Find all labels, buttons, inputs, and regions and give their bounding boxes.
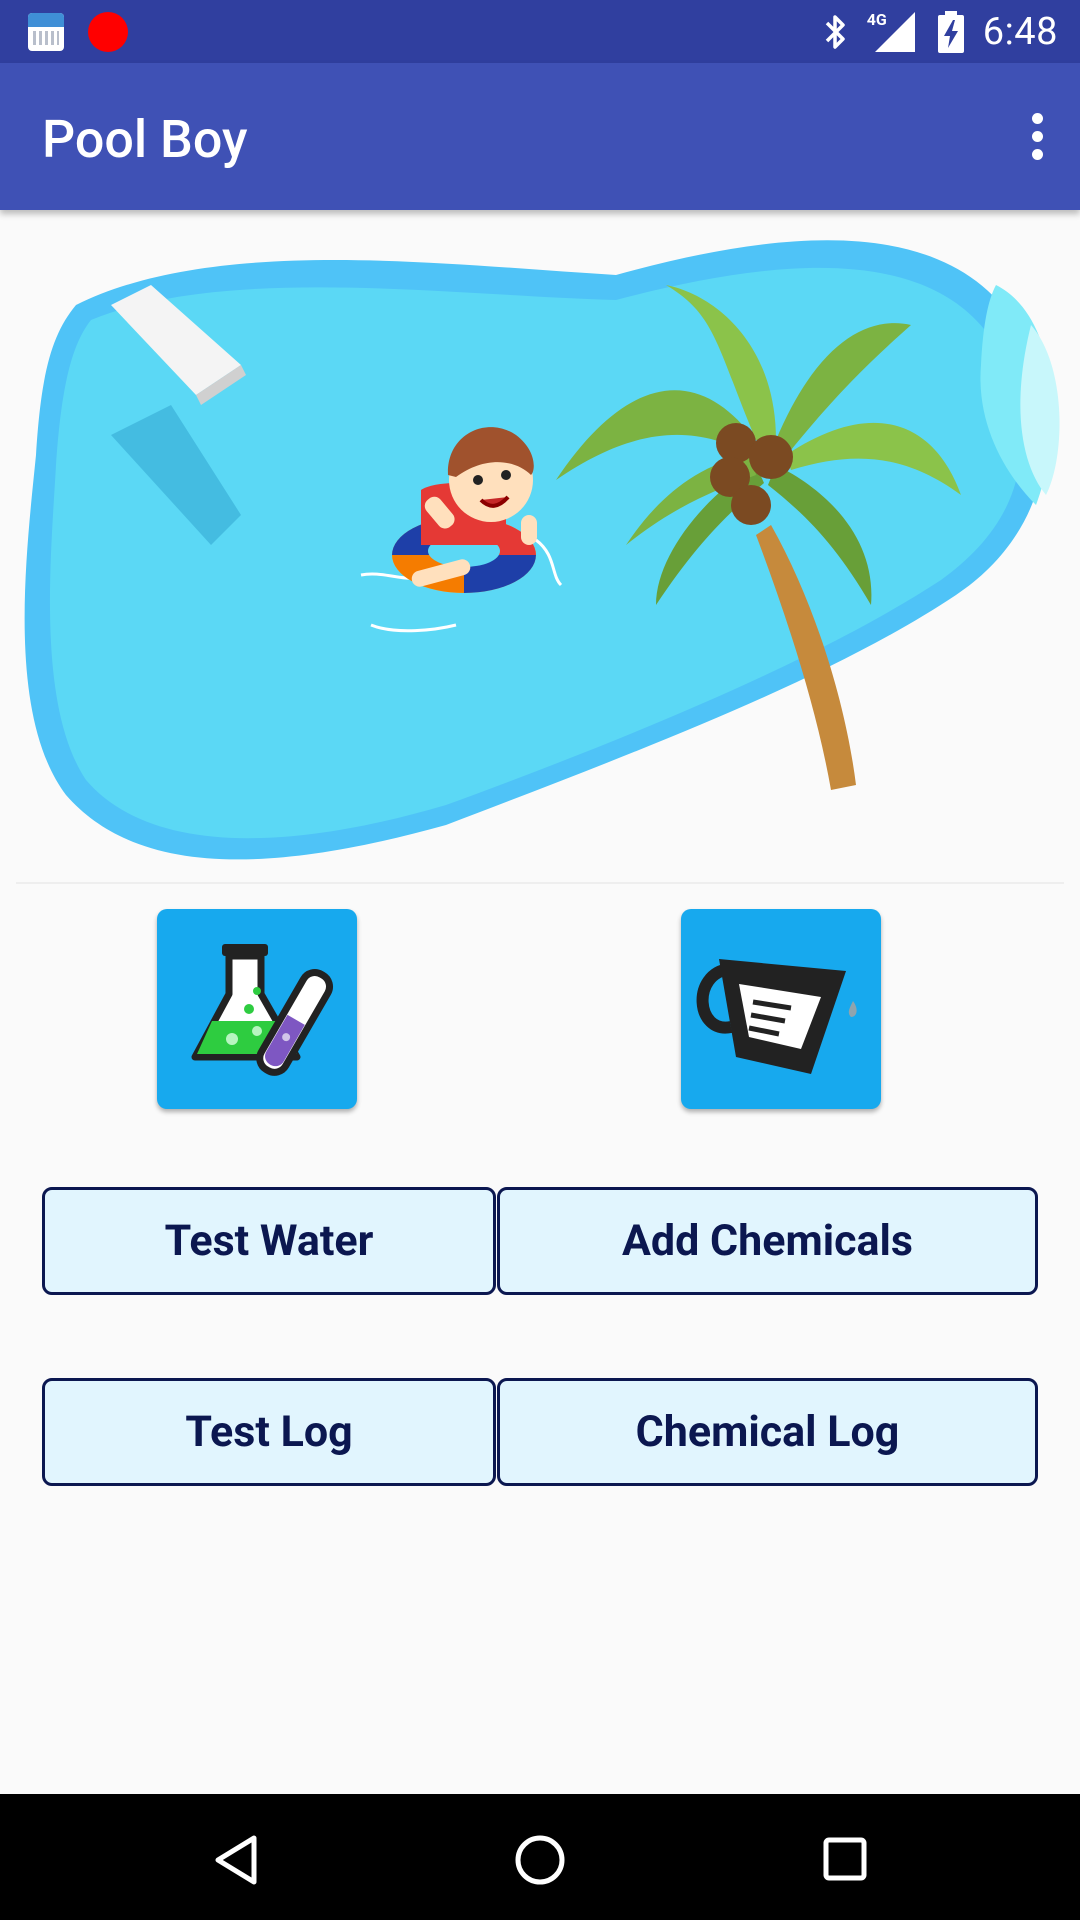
hero-divider <box>16 882 1064 884</box>
app-title: Pool Boy <box>42 109 248 170</box>
overflow-menu-icon[interactable] <box>1026 113 1050 161</box>
chemical-log-button[interactable]: Chemical Log <box>497 1378 1038 1486</box>
clock: 6:48 <box>982 10 1058 54</box>
recents-icon[interactable] <box>822 1836 868 1882</box>
navigation-bar <box>0 1794 1080 1920</box>
add-chemicals-button[interactable]: Add Chemicals <box>497 1187 1038 1295</box>
system-icons: 4G 6:48 <box>823 8 1058 56</box>
add-chemicals-tile[interactable] <box>681 909 881 1109</box>
measuring-cup-icon <box>696 959 857 1074</box>
bluetooth-icon <box>825 15 845 49</box>
calendar-app-icon <box>28 13 64 51</box>
recording-icon <box>88 12 128 52</box>
notification-icons <box>28 12 128 52</box>
test-log-button[interactable]: Test Log <box>42 1378 496 1486</box>
app-bar: Pool Boy <box>0 63 1080 210</box>
test-water-tile[interactable] <box>157 909 357 1109</box>
cell-signal-icon: 4G <box>867 10 919 54</box>
flask-test-tube-icon <box>191 944 333 1076</box>
back-icon[interactable] <box>212 1834 260 1886</box>
pool-illustration <box>24 240 1060 860</box>
status-bar: 4G 6:48 <box>0 0 1080 63</box>
battery-icon <box>937 11 964 53</box>
home-icon[interactable] <box>514 1834 566 1886</box>
test-water-button[interactable]: Test Water <box>42 1187 496 1295</box>
